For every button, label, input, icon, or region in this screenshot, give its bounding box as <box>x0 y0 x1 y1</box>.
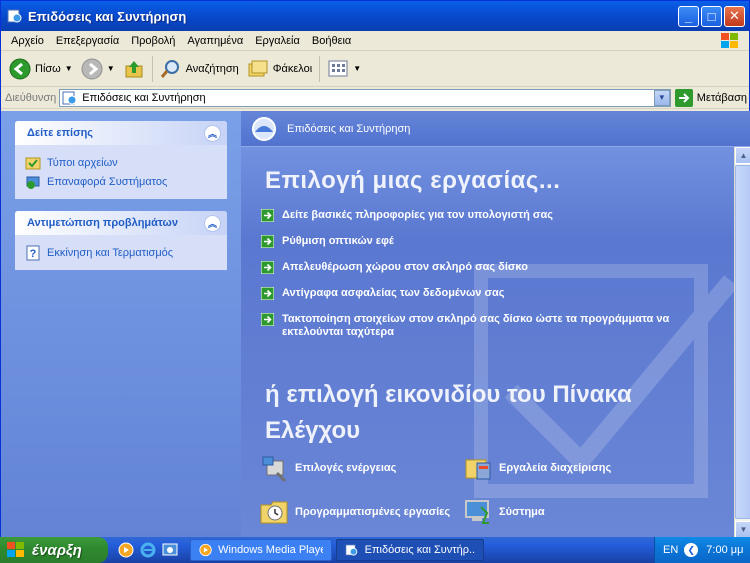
go-button[interactable]: Μετάβαση <box>674 88 747 107</box>
collapse-icon[interactable]: ︽ <box>204 214 221 232</box>
task-item[interactable]: Απελευθέρωση χώρου στον σκληρό σας δίσκο <box>261 261 701 274</box>
admin-tools-icon <box>465 459 491 480</box>
taskbar: έναρξη Windows Media Player Επιδόσεις κα… <box>0 537 750 563</box>
back-button[interactable]: Πίσω ▼ <box>5 54 77 84</box>
tray-expand-icon[interactable]: ❮ <box>684 543 699 557</box>
control-panel-icon <box>7 9 22 23</box>
pick-task-heading: Επιλογή μιας εργασίας... <box>265 167 561 194</box>
link-file-types[interactable]: Τύποι αρχείων <box>25 153 217 172</box>
address-label: Διεύθυνση <box>5 91 57 104</box>
menu-tools[interactable]: Εργαλεία <box>249 35 306 47</box>
pick-icon-heading: ή επιλογή εικονιδίου του Πίνακα Ελέγχου <box>265 381 632 444</box>
power-options-item[interactable]: Επιλογές ενέργειας <box>259 453 396 483</box>
control-panel-icon <box>62 91 77 104</box>
scroll-thumb[interactable] <box>735 165 750 519</box>
internet-explorer-icon[interactable] <box>140 542 156 558</box>
task-item[interactable]: Τακτοποίηση στοιχείων στον σκληρό σας δί… <box>261 313 701 339</box>
help-icon: ? <box>26 245 40 260</box>
explorer-window: Επιδόσεις και Συντήρηση _ □ ✕ Αρχείο Επε… <box>0 0 750 538</box>
scroll-up-icon[interactable]: ▲ <box>735 147 750 164</box>
chevron-down-icon[interactable]: ▼ <box>107 64 115 73</box>
taskbar-button-media-player[interactable]: Windows Media Player <box>190 539 332 561</box>
troubleshoot-header[interactable]: Αντιμετώπιση προβλημάτων ︽ <box>15 211 227 235</box>
menu-help[interactable]: Βοήθεια <box>306 35 357 47</box>
windows-logo-icon <box>7 542 24 557</box>
media-player-icon[interactable] <box>118 542 134 558</box>
show-desktop-icon[interactable] <box>162 542 178 558</box>
language-indicator[interactable]: EN <box>663 544 678 556</box>
chevron-down-icon[interactable]: ▼ <box>353 64 361 73</box>
category-header: Επιδόσεις και Συντήρηση <box>241 111 750 147</box>
system-restore-icon <box>26 176 40 189</box>
link-startup-shutdown[interactable]: ? Εκκίνηση και Τερματισμός <box>25 243 217 262</box>
media-player-icon <box>199 543 212 557</box>
title-bar[interactable]: Επιδόσεις και Συντήρηση _ □ ✕ <box>1 1 749 31</box>
folders-icon <box>248 60 268 76</box>
file-types-icon <box>25 157 41 169</box>
green-arrow-icon <box>261 261 274 274</box>
menu-edit[interactable]: Επεξεργασία <box>50 35 125 47</box>
control-panel-icon <box>345 544 358 556</box>
task-item[interactable]: Αντίγραφα ασφαλείας των δεδομένων σας <box>261 287 701 300</box>
clock: 7:00 μμ <box>706 544 744 556</box>
scheduled-tasks-item[interactable]: Προγραμματισμένες εργασίες <box>259 497 450 527</box>
menu-favorites[interactable]: Αγαπημένα <box>181 35 249 47</box>
quick-launch <box>108 542 190 558</box>
windows-logo-icon <box>721 33 738 48</box>
maximize-button[interactable]: □ <box>701 5 722 27</box>
search-icon <box>160 59 179 78</box>
task-item[interactable]: Δείτε βασικές πληροφορίες για τον υπολογ… <box>261 209 701 222</box>
menu-file[interactable]: Αρχείο <box>5 35 50 47</box>
green-arrow-icon <box>261 235 274 248</box>
toolbar: Πίσω ▼ ▼ Αναζήτηση Φάκελοι ▼ <box>1 51 749 87</box>
task-list: Δείτε βασικές πληροφορίες για τον υπολογ… <box>261 209 701 352</box>
taskbar-button-performance[interactable]: Επιδόσεις και Συντήρ... <box>336 539 484 561</box>
start-button[interactable]: έναρξη <box>0 537 108 563</box>
link-system-restore[interactable]: Επαναφορά Συστήματος <box>25 172 217 191</box>
system-icon <box>465 500 489 524</box>
main-pane: Επιδόσεις και Συντήρηση Επιλογή μιας εργ… <box>241 111 750 538</box>
see-also-panel: Δείτε επίσης ︽ Τύποι αρχείων Επαναφορά Σ… <box>15 121 227 199</box>
up-folder-button[interactable] <box>119 54 149 84</box>
green-arrow-icon <box>261 287 274 300</box>
system-tray: EN ❮ 7:00 μμ <box>654 537 750 563</box>
tasks-pane: Δείτε επίσης ︽ Τύποι αρχείων Επαναφορά Σ… <box>1 111 241 538</box>
scroll-down-icon[interactable]: ▼ <box>735 521 750 538</box>
forward-arrow-icon <box>81 58 103 79</box>
green-arrow-icon <box>261 313 274 326</box>
green-arrow-icon <box>261 209 274 222</box>
power-options-icon <box>262 456 287 483</box>
back-arrow-icon <box>9 58 31 79</box>
minimize-button[interactable]: _ <box>678 5 699 27</box>
views-icon <box>328 60 348 76</box>
up-folder-icon <box>125 60 143 77</box>
forward-button[interactable]: ▼ <box>77 54 119 84</box>
toolbar-separator <box>319 55 321 82</box>
address-bar: Διεύθυνση Επιδόσεις και Συντήρηση ▼ Μετά… <box>1 87 749 109</box>
svg-text:?: ? <box>30 248 37 260</box>
content-area: Δείτε επίσης ︽ Τύποι αρχείων Επαναφορά Σ… <box>1 111 750 538</box>
troubleshoot-panel: Αντιμετώπιση προβλημάτων ︽ ? Εκκίνηση κα… <box>15 211 227 270</box>
collapse-icon[interactable]: ︽ <box>204 124 221 142</box>
chevron-down-icon[interactable]: ▼ <box>65 64 73 73</box>
task-item[interactable]: Ρύθμιση οπτικών εφέ <box>261 235 701 248</box>
folders-button[interactable]: Φάκελοι <box>243 54 316 84</box>
close-button[interactable]: ✕ <box>724 5 745 27</box>
scheduled-tasks-icon <box>260 501 288 524</box>
admin-tools-item[interactable]: Εργαλεία διαχείρισης <box>463 453 611 483</box>
menu-view[interactable]: Προβολή <box>125 35 181 47</box>
views-button[interactable]: ▼ <box>323 54 365 84</box>
vertical-scrollbar[interactable]: ▲ ▼ <box>734 147 750 538</box>
go-arrow-icon <box>674 88 693 107</box>
performance-icon <box>252 116 276 141</box>
window-title: Επιδόσεις και Συντήρηση <box>28 8 187 24</box>
address-input[interactable]: Επιδόσεις και Συντήρηση ▼ <box>59 88 671 107</box>
menu-bar: Αρχείο Επεξεργασία Προβολή Αγαπημένα Εργ… <box>1 31 749 51</box>
see-also-header[interactable]: Δείτε επίσης ︽ <box>15 121 227 145</box>
system-item[interactable]: Σύστημα <box>463 497 545 527</box>
toolbar-separator <box>151 55 153 82</box>
address-dropdown-icon[interactable]: ▼ <box>653 89 670 106</box>
search-button[interactable]: Αναζήτηση <box>156 54 243 84</box>
